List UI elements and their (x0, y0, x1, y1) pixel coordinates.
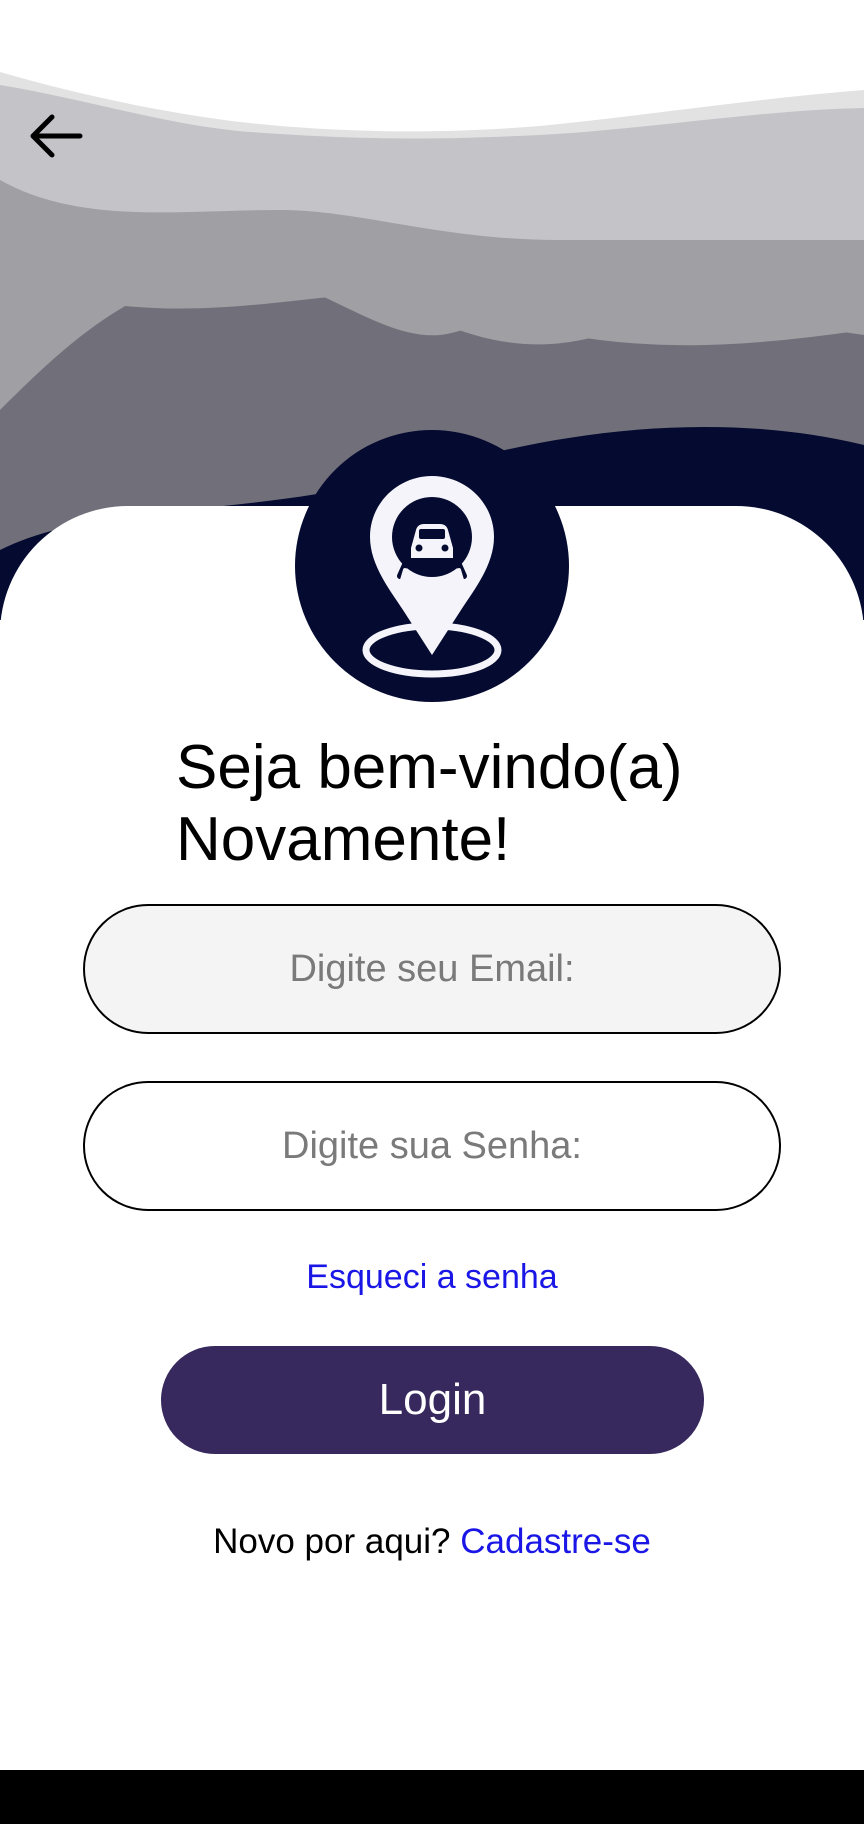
arrow-left-icon (30, 114, 83, 158)
back-button[interactable] (24, 104, 88, 168)
password-input[interactable] (83, 1081, 781, 1211)
welcome-title-line1: Seja bem-vindo(a) (176, 733, 683, 802)
signup-link[interactable]: Cadastre-se (460, 1522, 651, 1561)
app-logo (295, 430, 569, 702)
signup-prompt-line: Novo por aqui? Cadastre-se (0, 1522, 864, 1562)
welcome-title: Seja bem-vindo(a) Novamente! (176, 732, 683, 876)
map-pin-car-icon (362, 476, 502, 678)
forgot-password-link[interactable]: Esqueci a senha (0, 1258, 864, 1297)
system-navigation-bar (0, 1770, 864, 1824)
signup-prompt-text: Novo por aqui? (213, 1522, 451, 1561)
login-button[interactable]: Login (161, 1346, 704, 1454)
email-input[interactable] (83, 904, 781, 1034)
welcome-title-line2: Novamente! (176, 805, 511, 874)
